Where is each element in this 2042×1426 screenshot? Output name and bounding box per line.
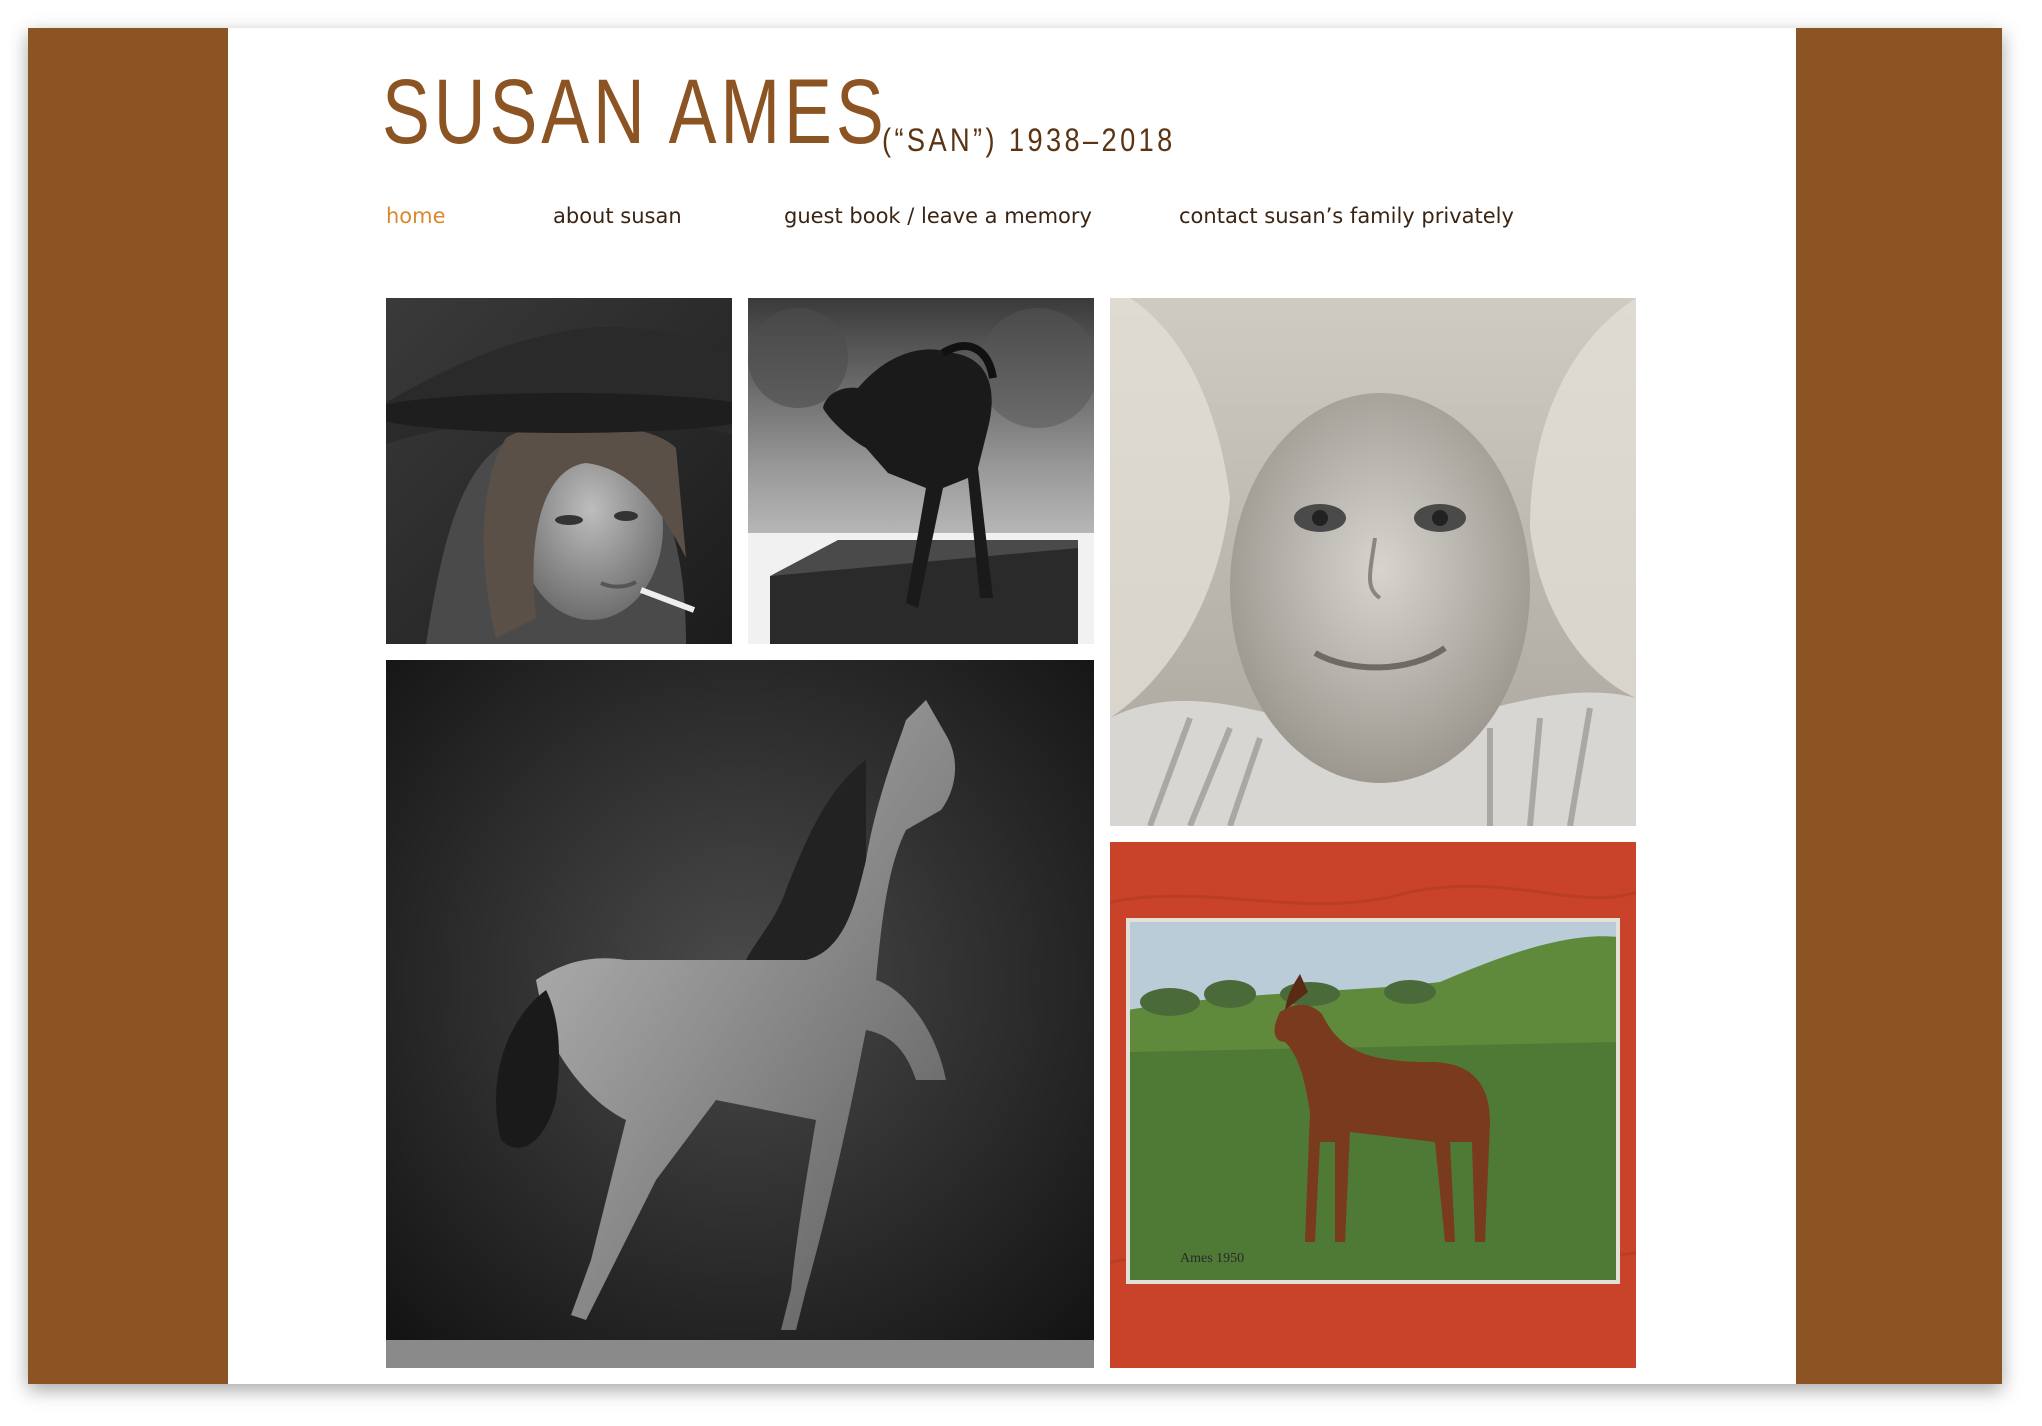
photo-horse-sculpture[interactable] xyxy=(386,660,1094,1368)
photo-girl-portrait[interactable] xyxy=(1110,298,1636,826)
nav-about-susan[interactable]: about susan xyxy=(553,204,682,228)
nav-home[interactable]: home xyxy=(386,204,446,228)
horse-painting-image: Ames 1950 xyxy=(1110,842,1636,1368)
nav-contact-family[interactable]: contact susan’s family privately xyxy=(1179,204,1514,228)
photo-foal-sculpture[interactable] xyxy=(748,298,1094,644)
girl-portrait-image xyxy=(1110,298,1636,826)
photo-cowboy-hat-portrait[interactable] xyxy=(386,298,732,644)
site-title: SUSAN AMES xyxy=(382,61,888,163)
foal-sculpture-image xyxy=(748,298,1094,644)
svg-text:Ames 1950: Ames 1950 xyxy=(1180,1251,1244,1266)
nav-guest-book[interactable]: guest book / leave a memory xyxy=(784,204,1092,228)
site-subtitle: (“SAN”) 1938–2018 xyxy=(882,122,1176,158)
horse-sculpture-image xyxy=(386,660,1094,1368)
cowboy-hat-portrait-image xyxy=(386,298,732,644)
main-nav: home about susan guest book / leave a me… xyxy=(0,204,2042,234)
photo-horse-painting[interactable]: Ames 1950 xyxy=(1110,842,1636,1368)
